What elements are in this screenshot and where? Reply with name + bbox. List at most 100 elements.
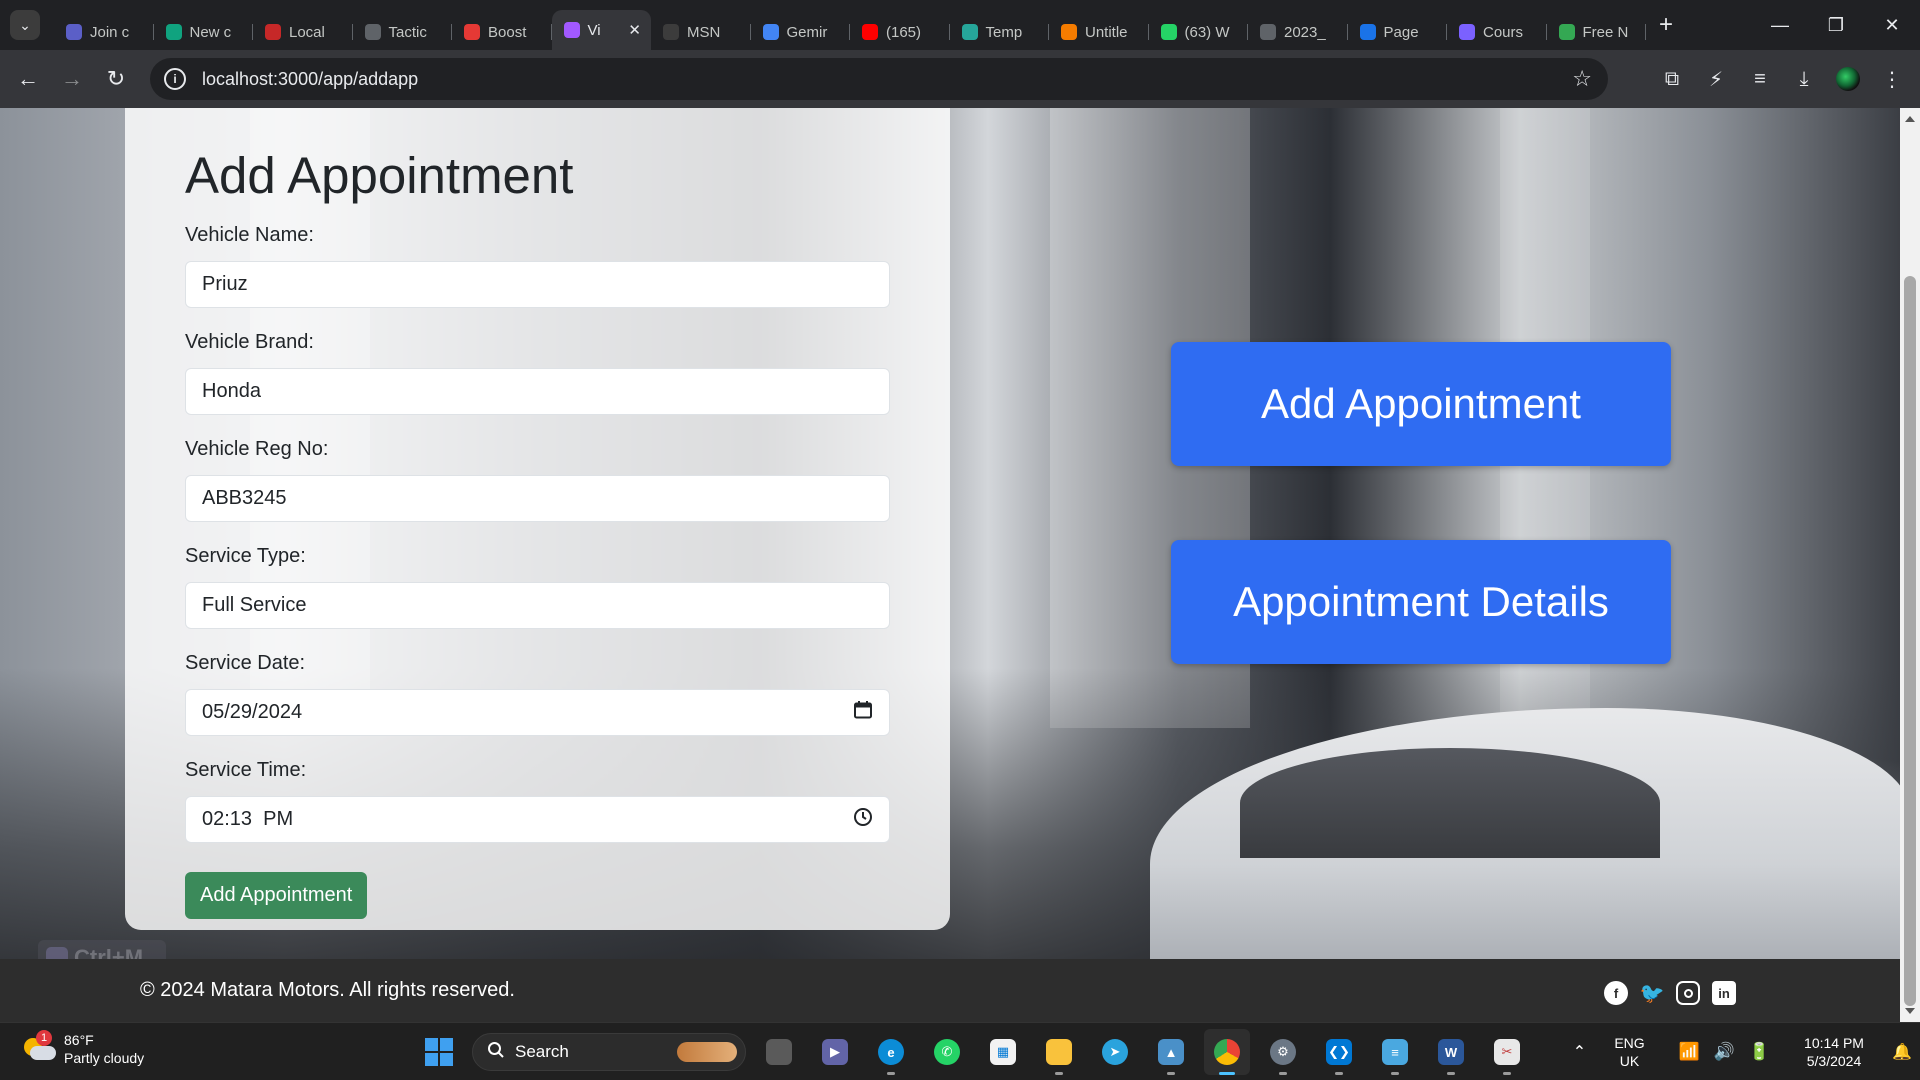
free-icon [1558,24,1575,40]
twitter-icon[interactable]: 🐦 [1640,981,1665,1005]
notification-bell-icon[interactable]: 🔔 [1884,1042,1920,1062]
tab-label: Cours [1483,23,1524,41]
start-button[interactable] [416,1029,462,1075]
vehicle-name-input[interactable]: Priuz [185,261,890,308]
settings-icon[interactable]: ⚙ [1260,1029,1306,1075]
local-icon [265,24,281,40]
weather-icon: 1 [22,1030,56,1064]
tab-label: Vi [587,21,601,39]
calendar-icon[interactable] [853,700,873,726]
browser-tab[interactable]: Free N [1547,14,1647,50]
language-indicator[interactable]: ENG UK [1594,1034,1664,1070]
clock-icon[interactable] [853,807,873,833]
weather-widget[interactable]: 1 86°F Partly cloudy [22,1030,144,1067]
task-view-icon[interactable] [756,1029,802,1075]
chrome-icon[interactable] [1204,1029,1250,1075]
browser-tab[interactable]: Temp [950,14,1050,50]
add-appointment-button[interactable]: Add Appointment [1171,342,1671,466]
vehicle-brand-input[interactable]: Honda [185,368,890,415]
clock-date: 5/3/2024 [1806,1053,1862,1069]
vite-icon [563,22,580,38]
copyright-text: © 2024 Matara Motors. All rights reserve… [140,979,515,1001]
scrollbar-thumb[interactable] [1904,276,1916,1006]
browser-tab[interactable]: New c [154,14,254,50]
service-time-input[interactable]: 02:13 PM [185,796,890,843]
weather-badge: 1 [36,1030,52,1046]
bookmark-star-icon[interactable]: ☆ [1572,66,1592,92]
reload-button[interactable]: ↻ [94,57,138,101]
telegram-icon[interactable]: ➤ [1092,1029,1138,1075]
photos-icon[interactable]: ▲ [1148,1029,1194,1075]
vscode-icon[interactable]: ❮❯ [1316,1029,1362,1075]
store-icon[interactable]: ▦ [980,1029,1026,1075]
browser-tab[interactable]: Boost [452,14,552,50]
whatsapp-icon[interactable]: ✆ [924,1029,970,1075]
linkedin-icon[interactable]: in [1712,981,1736,1005]
browser-tab[interactable]: Tactic [353,14,453,50]
extensions-icon[interactable]: ⧉ [1650,57,1694,101]
tab-search-button[interactable]: ⌄ [10,10,40,40]
weather-temp: 86°F [64,1032,94,1048]
service-type-label: Service Type: [185,545,306,567]
tray-status-icons[interactable]: 📶 🔊 🔋 [1664,1042,1784,1062]
browser-tab[interactable]: Untitle [1049,14,1149,50]
address-bar[interactable]: i localhost:3000/app/addapp ☆ [150,58,1608,100]
back-button[interactable]: ← [6,57,50,101]
appointment-details-button[interactable]: Appointment Details [1171,540,1671,664]
scroll-up-arrow[interactable] [1905,116,1915,122]
globe-icon [364,24,381,40]
forward-button[interactable]: → [50,57,94,101]
edge-icon[interactable]: e [868,1029,914,1075]
window-controls: — ❐ ✕ [1752,0,1920,50]
notepad-icon[interactable]: ≡ [1372,1029,1418,1075]
restore-button[interactable]: ❐ [1808,0,1864,50]
service-type-value: Full Service [202,594,307,616]
browser-menu-icon[interactable]: ⋮ [1870,57,1914,101]
close-tab-icon[interactable]: ✕ [628,21,641,39]
close-window-button[interactable]: ✕ [1864,0,1920,50]
site-info-icon[interactable]: i [164,68,186,90]
boost-icon [464,24,480,40]
browser-tab[interactable]: Join c [54,14,154,50]
page-scrollbar[interactable] [1900,108,1920,1022]
browser-tab[interactable]: Gemir [751,14,851,50]
browser-tab[interactable]: MSN [651,14,751,50]
vehicle-name-label: Vehicle Name: [185,224,314,246]
taskbar-apps: Search ▶ e ✆ ▦ ➤ ▲ ⚙ ❮❯ ≡ W ✂ [416,1029,1530,1075]
performance-icon[interactable]: ⚡ [1694,57,1738,101]
instagram-icon[interactable] [1676,981,1700,1005]
course-icon [1459,24,1475,40]
profile-avatar[interactable] [1826,57,1870,101]
vehicle-reg-input[interactable]: ABB3245 [185,475,890,522]
tab-label: Temp [985,23,1023,41]
facebook-icon[interactable]: f [1604,981,1628,1005]
show-hidden-icons[interactable]: ⌃ [1564,1042,1594,1062]
scroll-down-arrow[interactable] [1905,1008,1915,1014]
word-icon[interactable]: W [1428,1029,1474,1075]
browser-tab[interactable]: Vi ✕ [551,10,651,50]
new-tab-button[interactable]: + [1650,9,1682,41]
browser-tab[interactable]: Page [1348,14,1448,50]
browser-tab[interactable]: 2023_ [1248,14,1348,50]
media-controls-icon[interactable]: ≡ [1738,57,1782,101]
download-icon[interactable]: ⤓ [1782,57,1826,101]
browser-tab[interactable]: Local [253,14,353,50]
service-date-input[interactable]: 05/29/2024 [185,689,890,736]
browser-tab[interactable]: (63) W [1149,14,1249,50]
clock[interactable]: 10:14 PM 5/3/2024 [1784,1034,1884,1070]
tab-label: Boost [488,23,527,41]
vehicle-name-value: Priuz [202,273,248,295]
taskbar-search[interactable]: Search [472,1033,746,1071]
snipping-tool-icon[interactable]: ✂ [1484,1029,1530,1075]
tab-label: MSN [687,23,721,41]
tab-label: Untitle [1085,23,1128,41]
windows-taskbar: 1 86°F Partly cloudy Search ▶ e ✆ ▦ ➤ ▲ … [0,1022,1920,1080]
browser-tab[interactable]: Cours [1447,14,1547,50]
teams-icon [66,24,82,40]
browser-tab[interactable]: (165) [850,14,950,50]
file-explorer-icon[interactable] [1036,1029,1082,1075]
submit-appointment-button[interactable]: Add Appointment [185,872,368,919]
service-type-input[interactable]: Full Service [185,582,890,629]
minimize-button[interactable]: — [1752,0,1808,50]
meet-icon[interactable]: ▶ [812,1029,858,1075]
